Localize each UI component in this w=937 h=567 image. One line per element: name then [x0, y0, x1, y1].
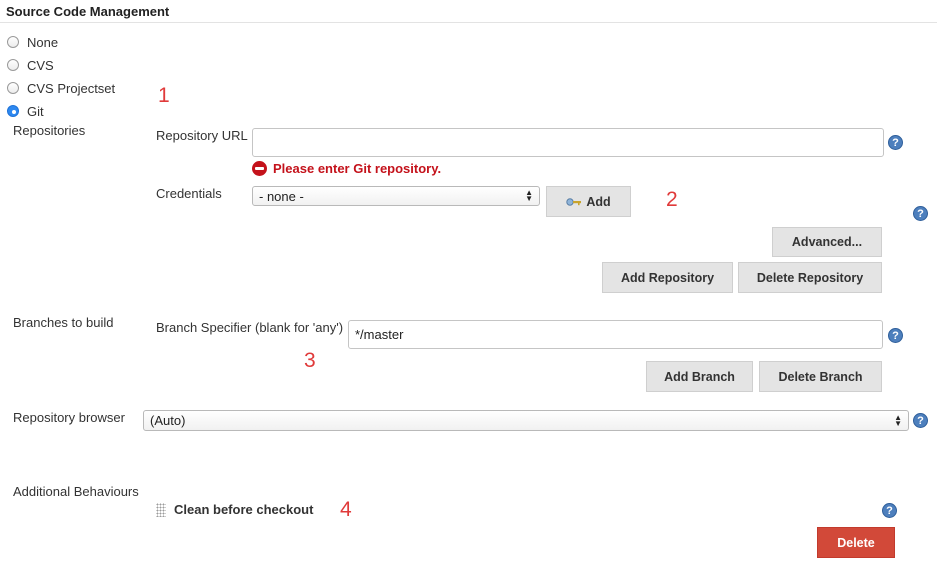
repository-browser-label: Repository browser: [13, 410, 125, 425]
repository-browser-select[interactable]: (Auto) ▲ ▼: [143, 410, 909, 431]
radio-cvs[interactable]: [7, 59, 19, 71]
add-credentials-label: Add: [586, 194, 611, 209]
repository-url-label: Repository URL: [156, 128, 248, 143]
drag-handle-icon[interactable]: [156, 503, 166, 517]
credentials-select-value: - none -: [259, 188, 304, 204]
repository-url-help-icon[interactable]: ?: [888, 135, 903, 150]
radio-cvs-projectset-label: CVS Projectset: [27, 80, 116, 96]
radio-git-label: Git: [27, 103, 44, 119]
annotation-3: 3: [304, 349, 316, 372]
branches-label: Branches to build: [13, 315, 114, 330]
advanced-button[interactable]: Advanced...: [772, 227, 882, 257]
additional-behaviours-label: Additional Behaviours: [13, 484, 139, 499]
repository-browser-help-icon[interactable]: ?: [913, 413, 928, 428]
radio-none[interactable]: [7, 36, 19, 48]
key-icon: [566, 197, 582, 206]
repository-url-error: Please enter Git repository.: [252, 161, 441, 176]
add-branch-button[interactable]: Add Branch: [646, 361, 753, 392]
add-credentials-button[interactable]: Add: [546, 186, 631, 217]
radio-cvs-label: CVS: [27, 57, 54, 73]
branch-specifier-help-icon[interactable]: ?: [888, 328, 903, 343]
credentials-select[interactable]: - none - ▲ ▼: [252, 186, 540, 206]
branch-specifier-label: Branch Specifier (blank for 'any'): [156, 320, 344, 335]
repositories-label: Repositories: [13, 123, 86, 138]
clean-before-checkout-help-icon[interactable]: ?: [882, 503, 897, 518]
delete-branch-button[interactable]: Delete Branch: [759, 361, 882, 392]
radio-git[interactable]: [7, 105, 19, 117]
add-repository-button[interactable]: Add Repository: [602, 262, 733, 293]
scm-option-git[interactable]: Git: [7, 103, 127, 119]
repositories-help-icon[interactable]: ?: [913, 206, 928, 221]
annotation-4: 4: [340, 498, 352, 521]
section-title: Source Code Management: [6, 4, 170, 19]
credentials-label: Credentials: [156, 186, 222, 201]
radio-none-label: None: [27, 34, 59, 50]
radio-cvs-projectset[interactable]: [7, 82, 19, 94]
repository-url-error-text: Please enter Git repository.: [273, 161, 442, 176]
delete-repository-button[interactable]: Delete Repository: [738, 262, 882, 293]
annotation-2: 2: [666, 188, 678, 211]
scm-option-cvs-projectset[interactable]: CVS Projectset: [7, 80, 147, 96]
repository-url-input[interactable]: [252, 128, 884, 157]
annotation-1: 1: [158, 84, 170, 107]
section-divider: [0, 22, 937, 23]
scm-option-cvs[interactable]: CVS: [7, 57, 127, 73]
clean-before-checkout-label: Clean before checkout: [174, 502, 314, 517]
branch-specifier-input[interactable]: [348, 320, 883, 349]
scm-option-none[interactable]: None: [7, 34, 127, 50]
repository-browser-select-value: (Auto): [150, 413, 186, 428]
delete-behaviour-button[interactable]: Delete: [817, 527, 895, 558]
error-icon: [252, 161, 267, 176]
select-arrows-icon: ▲ ▼: [525, 188, 533, 203]
select-arrows-icon: ▲ ▼: [894, 412, 902, 428]
